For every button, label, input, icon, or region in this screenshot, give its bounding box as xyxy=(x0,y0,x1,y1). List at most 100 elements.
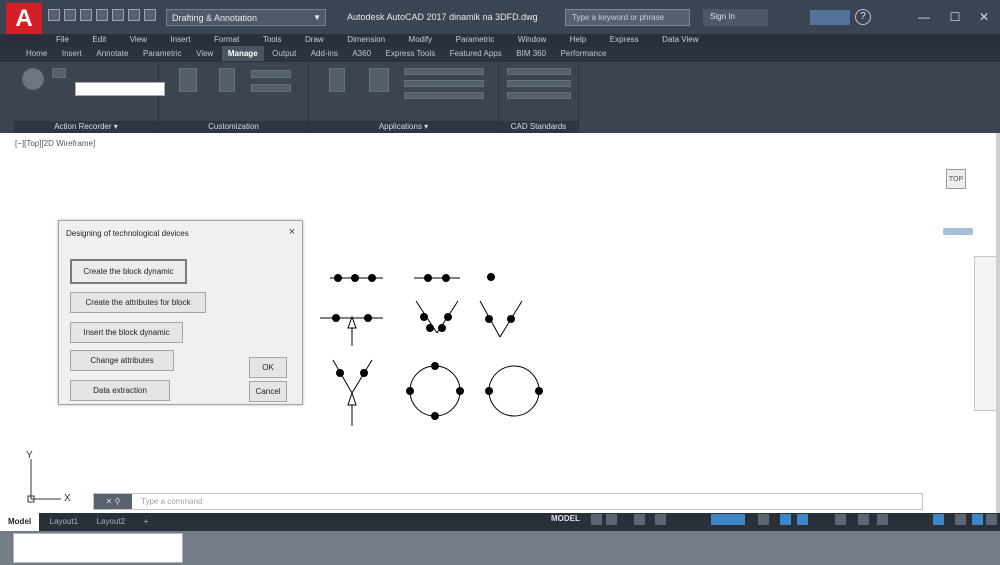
symbol-line xyxy=(332,359,353,394)
run-script-icon[interactable] xyxy=(329,68,345,92)
edit-aliases-icon[interactable] xyxy=(251,84,291,92)
tab-featured-apps[interactable]: Featured Apps xyxy=(444,46,508,61)
menu-item[interactable]: View xyxy=(130,34,147,46)
designing-dialog: Designing of technological devices × Cre… xyxy=(58,220,303,405)
check-icon[interactable] xyxy=(507,80,571,87)
create-attributes-button[interactable]: Create the attributes for block xyxy=(70,292,206,313)
close-button[interactable]: ✕ xyxy=(972,8,996,26)
vba-manager-icon[interactable] xyxy=(404,80,484,87)
model-space-toggle[interactable]: MODEL xyxy=(551,514,580,523)
ortho-icon[interactable] xyxy=(634,514,645,525)
tab-layout2[interactable]: Layout2 xyxy=(89,513,133,531)
create-block-dynamic-button[interactable]: Create the block dynamic xyxy=(70,259,187,284)
tab-home[interactable]: Home xyxy=(20,46,53,61)
ok-button[interactable]: OK xyxy=(249,357,287,378)
search-input[interactable]: Type a keyword or phrase xyxy=(565,9,690,26)
save-as-icon[interactable] xyxy=(96,9,108,21)
data-extraction-button[interactable]: Data extraction xyxy=(70,380,170,401)
osnap-icon[interactable] xyxy=(711,514,745,525)
tab-a360[interactable]: A360 xyxy=(346,46,377,61)
vertical-scrollbar[interactable] xyxy=(996,133,1000,513)
tab-layout1[interactable]: Layout1 xyxy=(42,513,86,531)
sign-in-button[interactable]: Sign In xyxy=(703,9,768,26)
menu-item[interactable]: Dimension xyxy=(347,34,385,46)
tab-insert[interactable]: Insert xyxy=(56,46,88,61)
panel-title: CAD Standards xyxy=(499,121,578,133)
record-icon[interactable] xyxy=(22,68,44,90)
clean-screen-icon[interactable] xyxy=(972,514,983,525)
viewcube-face[interactable]: TOP xyxy=(946,169,966,189)
add-icon[interactable] xyxy=(877,514,888,525)
tool-palettes-icon[interactable] xyxy=(219,68,235,92)
menu-item[interactable]: Edit xyxy=(92,34,106,46)
menu-item[interactable]: Data View xyxy=(662,34,698,46)
open-icon[interactable] xyxy=(64,9,76,21)
menu-item[interactable]: Insert xyxy=(170,34,190,46)
workspace-dropdown[interactable]: Drafting & Annotation ▼ xyxy=(166,9,326,26)
import-icon[interactable] xyxy=(251,70,291,78)
snap-icon[interactable] xyxy=(606,514,617,525)
viewcube[interactable]: TOP xyxy=(929,151,977,206)
exchange-apps-button[interactable] xyxy=(810,10,850,25)
visual-lisp-icon[interactable] xyxy=(404,92,484,99)
change-attributes-button[interactable]: Change attributes xyxy=(70,350,174,371)
tab-output[interactable]: Output xyxy=(266,46,302,61)
customize-icon[interactable] xyxy=(986,514,997,525)
menu-item[interactable]: Draw xyxy=(305,34,324,46)
grid-icon[interactable] xyxy=(591,514,602,525)
close-icon[interactable]: × xyxy=(289,226,295,238)
tab-performance[interactable]: Performance xyxy=(555,46,613,61)
menu-item[interactable]: Help xyxy=(570,34,586,46)
hardware-acceleration-icon[interactable] xyxy=(955,514,966,525)
tab-view[interactable]: View xyxy=(190,46,219,61)
menu-item[interactable]: Parametric xyxy=(456,34,495,46)
tab-express-tools[interactable]: Express Tools xyxy=(380,46,442,61)
user-interface-icon[interactable] xyxy=(179,68,197,92)
menu-item[interactable]: Format xyxy=(214,34,239,46)
undo-icon[interactable] xyxy=(128,9,140,21)
playback-icon[interactable] xyxy=(52,68,66,78)
isolate-icon[interactable] xyxy=(933,514,944,525)
menu-item[interactable]: Modify xyxy=(409,34,433,46)
workspace-switch-icon[interactable] xyxy=(858,514,869,525)
action-macro-input[interactable] xyxy=(75,82,165,96)
tab-bim-360[interactable]: BIM 360 xyxy=(510,46,552,61)
annotation-scale-icon[interactable] xyxy=(835,514,846,525)
menu-item[interactable]: File xyxy=(56,34,69,46)
insert-block-dynamic-button[interactable]: Insert the block dynamic xyxy=(70,322,183,343)
menu-item[interactable]: Express xyxy=(610,34,639,46)
selection-cycling-icon[interactable] xyxy=(797,514,808,525)
add-layout-button[interactable]: + xyxy=(136,513,157,531)
annotation-icon[interactable] xyxy=(780,514,791,525)
command-line[interactable]: ✕ ⚲ Type a command xyxy=(93,493,923,510)
save-icon[interactable] xyxy=(80,9,92,21)
cancel-button[interactable]: Cancel xyxy=(249,381,287,402)
polar-icon[interactable] xyxy=(655,514,666,525)
tab-model[interactable]: Model xyxy=(0,513,40,531)
command-line-controls[interactable]: ✕ ⚲ xyxy=(94,494,132,509)
help-icon[interactable]: ? xyxy=(855,9,871,25)
new-icon[interactable] xyxy=(48,9,60,21)
symbol-node xyxy=(332,314,340,322)
tab-manage[interactable]: Manage xyxy=(221,46,264,61)
action-recorder-panel: Action Recorder ▾ xyxy=(14,62,165,133)
minimize-button[interactable]: — xyxy=(912,8,936,26)
lineweight-icon[interactable] xyxy=(758,514,769,525)
redo-icon[interactable] xyxy=(144,9,156,21)
restore-button[interactable]: ☐ xyxy=(943,8,967,26)
print-icon[interactable] xyxy=(112,9,124,21)
configure-icon[interactable] xyxy=(507,68,571,75)
menu-item[interactable]: Tools xyxy=(263,34,282,46)
tab-add-ins[interactable]: Add-ins xyxy=(305,46,344,61)
text-field[interactable] xyxy=(13,533,183,563)
menu-item[interactable]: Window xyxy=(518,34,546,46)
tab-parametric[interactable]: Parametric xyxy=(137,46,188,61)
layer-translator-icon[interactable] xyxy=(507,92,571,99)
autocad-logo-icon[interactable]: A xyxy=(6,3,42,34)
command-input[interactable]: Type a command xyxy=(141,497,202,506)
symbol-node xyxy=(420,313,428,321)
load-application-icon[interactable] xyxy=(369,68,389,92)
visual-basic-icon[interactable] xyxy=(404,68,484,75)
tab-annotate[interactable]: Annotate xyxy=(90,46,134,61)
wcs-menu-button[interactable] xyxy=(943,228,973,235)
